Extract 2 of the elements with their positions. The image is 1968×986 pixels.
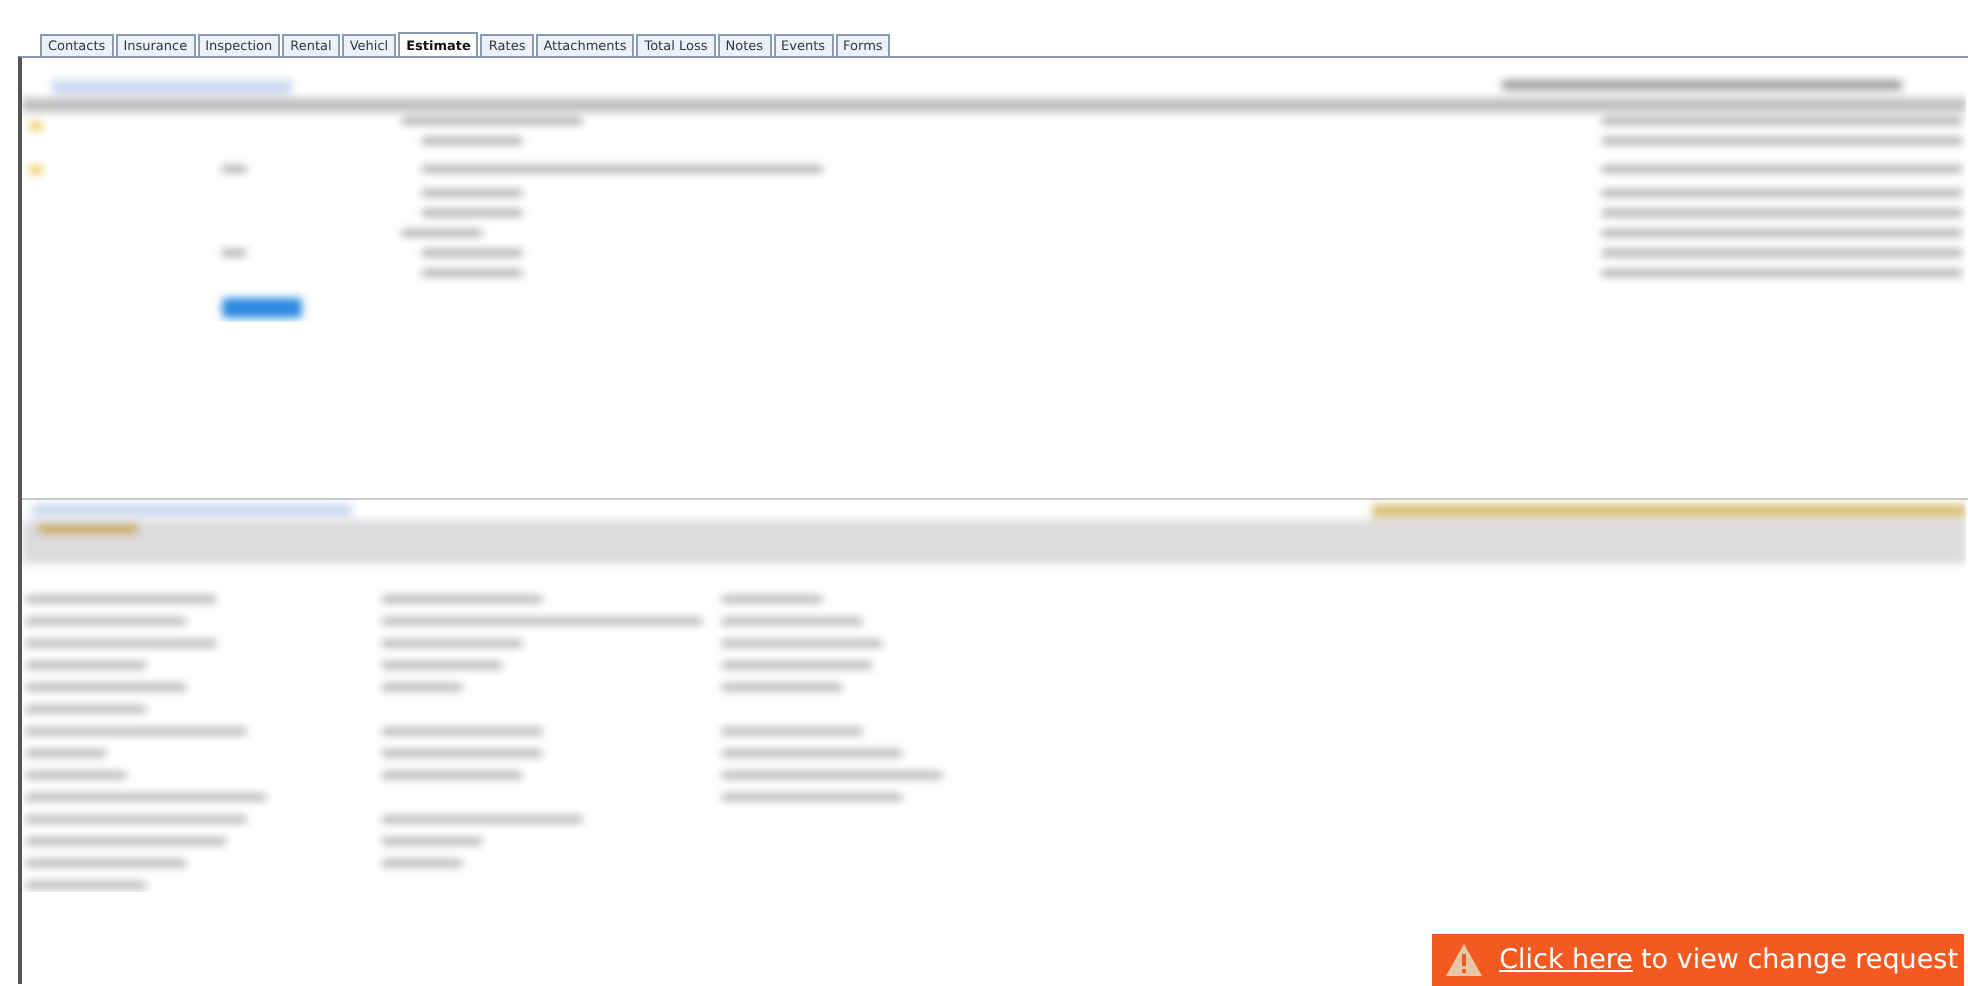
warning-icon [1443,942,1484,978]
change-request-message: Click here to view change request [1499,944,1958,976]
